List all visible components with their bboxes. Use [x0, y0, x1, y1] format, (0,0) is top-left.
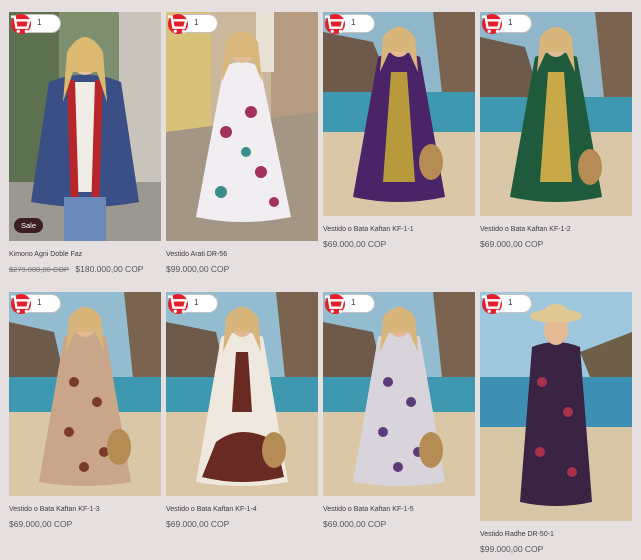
product-price: $69.000,00 COP: [480, 239, 544, 249]
product-card[interactable]: 1 Vestido o Bata Kaftan KF-1-1 $69.000,0…: [323, 12, 475, 249]
original-price: $279.000,00 COP: [9, 265, 70, 274]
add-to-cart-control[interactable]: 1: [11, 14, 61, 34]
cart-icon[interactable]: [325, 294, 345, 314]
product-card[interactable]: 1 Sale Kimono Agni Doble Faz $279.000,00…: [9, 12, 161, 274]
cart-icon[interactable]: [168, 294, 188, 314]
product-card[interactable]: 1 Vestido o Bata Kaftan KF-1-5 $69.000,0…: [323, 292, 475, 529]
product-name[interactable]: Vestido o Bata Kaftan KF-1-3: [9, 506, 161, 513]
add-to-cart-control[interactable]: 1: [11, 294, 61, 314]
add-to-cart-control[interactable]: 1: [482, 14, 532, 34]
cart-icon[interactable]: [325, 14, 345, 34]
add-to-cart-control[interactable]: 1: [168, 14, 218, 34]
product-card[interactable]: 1 Vestido o Bata Kaftan KF-1-2 $69.000,0…: [480, 12, 632, 249]
sale-badge: Sale: [14, 218, 44, 233]
product-card[interactable]: 1 Vestido o Bata Kaftan KF-1-3 $69.000,0…: [9, 292, 161, 529]
product-card[interactable]: 1 Vestido o Bata Kaftan KF-1-4 $69.000,0…: [166, 292, 318, 529]
product-name[interactable]: Vestido o Bata Kaftan KF-1-5: [323, 506, 475, 513]
quantity-value[interactable]: 1: [37, 18, 41, 27]
product-image[interactable]: 1: [323, 12, 475, 216]
add-to-cart-control[interactable]: 1: [482, 294, 532, 314]
product-card[interactable]: 1 Vestido Radhe DR-50-1 $99.000,00 COP: [480, 292, 632, 554]
cart-icon[interactable]: [168, 14, 188, 34]
cart-icon[interactable]: [11, 14, 31, 34]
product-image[interactable]: 1: [166, 292, 318, 496]
product-price: $69.000,00 COP: [323, 239, 387, 249]
quantity-value[interactable]: 1: [508, 298, 512, 307]
add-to-cart-control[interactable]: 1: [168, 294, 218, 314]
product-name[interactable]: Vestido o Bata Kaftan KF-1-4: [166, 506, 318, 513]
product-name[interactable]: Vestido Radhe DR-50-1: [480, 531, 632, 538]
quantity-value[interactable]: 1: [508, 18, 512, 27]
product-image[interactable]: 1 Sale: [9, 12, 161, 241]
product-name[interactable]: Vestido o Bata Kaftan KF-1-1: [323, 226, 475, 233]
cart-icon[interactable]: [482, 294, 502, 314]
product-price: $69.000,00 COP: [166, 519, 230, 529]
product-price: $180.000,00 COP: [75, 264, 144, 274]
product-image[interactable]: 1: [480, 12, 632, 216]
add-to-cart-control[interactable]: 1: [325, 14, 375, 34]
add-to-cart-control[interactable]: 1: [325, 294, 375, 314]
product-name[interactable]: Kimono Agni Doble Faz: [9, 251, 161, 258]
product-price: $69.000,00 COP: [323, 519, 387, 529]
quantity-value[interactable]: 1: [194, 18, 198, 27]
product-image[interactable]: 1: [480, 292, 632, 521]
product-card[interactable]: 1 Vestido Arati DR-56 $99.000,00 COP: [166, 12, 318, 274]
product-image[interactable]: 1: [166, 12, 318, 241]
product-price: $69.000,00 COP: [9, 519, 73, 529]
quantity-value[interactable]: 1: [37, 298, 41, 307]
product-price: $99.000,00 COP: [166, 264, 230, 274]
product-name[interactable]: Vestido o Bata Kaftan KF-1-2: [480, 226, 632, 233]
product-image[interactable]: 1: [9, 292, 161, 496]
product-image[interactable]: 1: [323, 292, 475, 496]
product-name[interactable]: Vestido Arati DR-56: [166, 251, 318, 258]
cart-icon[interactable]: [482, 14, 502, 34]
quantity-value[interactable]: 1: [351, 298, 355, 307]
quantity-value[interactable]: 1: [194, 298, 198, 307]
quantity-value[interactable]: 1: [351, 18, 355, 27]
product-price: $99.000,00 COP: [480, 544, 544, 554]
cart-icon[interactable]: [11, 294, 31, 314]
